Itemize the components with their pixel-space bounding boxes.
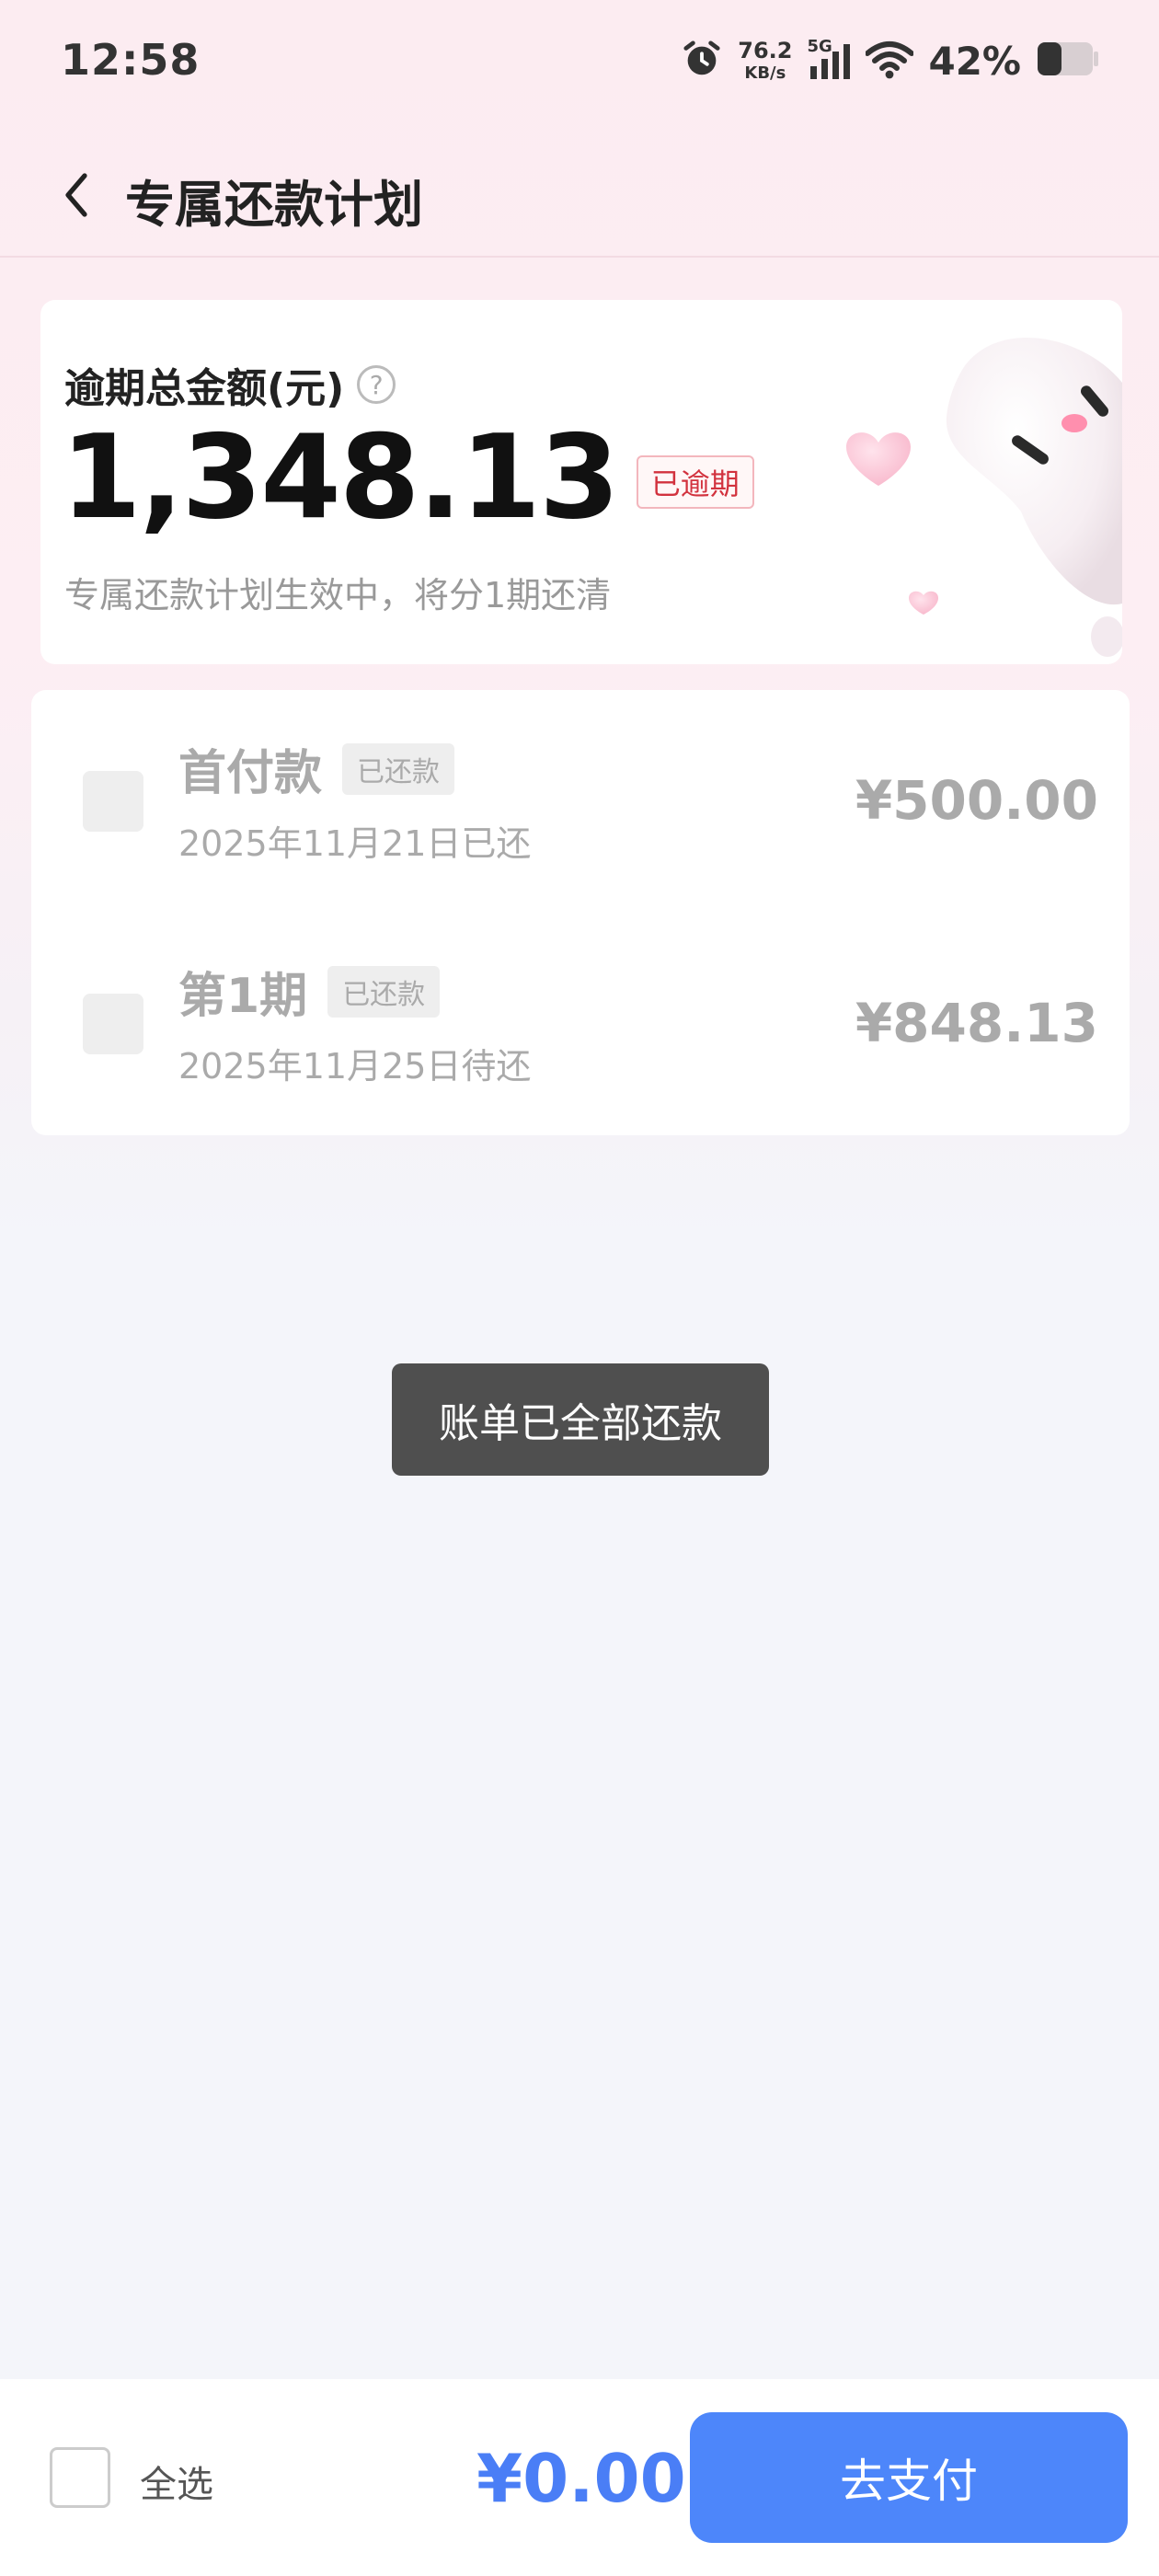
installment-checkbox[interactable]: [83, 994, 143, 1054]
status-icons: 76.2 KB/s 5G 42%: [681, 33, 1100, 88]
overdue-total-label: 逾期总金额(元): [64, 365, 345, 412]
select-all-label[interactable]: 全选: [140, 2455, 213, 2508]
plan-status-note: 专属还款计划生效中，将分1期还清: [64, 575, 612, 615]
installment-checkbox[interactable]: [83, 771, 143, 832]
help-icon[interactable]: ?: [357, 365, 396, 404]
pay-button[interactable]: 去支付: [690, 2412, 1128, 2543]
summary-label-row: 逾期总金额(元) ?: [64, 355, 396, 414]
alarm-icon: [681, 38, 723, 84]
amount-row: 1,348.13 已逾期: [61, 420, 754, 535]
status-bar: 12:58 76.2 KB/s 5G 42%: [0, 0, 1159, 129]
installment-date: 2025年11月25日待还: [178, 1046, 532, 1087]
paid-tag: 已还款: [327, 965, 441, 1018]
page-title: 专属还款计划: [125, 176, 423, 234]
wifi-icon: [865, 39, 915, 83]
installment-name: 第1期: [178, 969, 308, 1024]
net-speed: 76.2 KB/s: [738, 40, 792, 82]
nav-bar: 专属还款计划: [0, 129, 1159, 258]
back-arrow-icon[interactable]: [53, 167, 99, 223]
selected-total-amount: ¥0.00: [476, 2440, 686, 2517]
installment-list: 首付款 已还款 2025年11月21日已还 ¥500.00 第1期 已还款 20…: [31, 690, 1130, 1135]
battery-icon: [1036, 40, 1100, 81]
status-time: 12:58: [61, 35, 201, 85]
installment-amount: ¥500.00: [855, 769, 1098, 832]
paid-tag: 已还款: [342, 742, 455, 795]
bottom-pay-bar: 全选 ¥0.00 去支付: [0, 2379, 1159, 2576]
heart-mascot-illustration: [828, 328, 1122, 664]
installment-row[interactable]: 第1期 已还款 2025年11月25日待还 ¥848.13: [31, 913, 1130, 1135]
net-speed-unit: KB/s: [744, 63, 786, 83]
net-speed-value: 76.2: [738, 38, 793, 63]
cellular-signal-icon: 5G: [807, 37, 851, 81]
installment-row[interactable]: 首付款 已还款 2025年11月21日已还 ¥500.00: [31, 690, 1130, 913]
toast-message: 账单已全部还款: [392, 1363, 769, 1476]
overdue-total-amount: 1,348.13: [61, 409, 620, 545]
installment-amount: ¥848.13: [855, 992, 1098, 1054]
page: 12:58 76.2 KB/s 5G 42% 专属还款计划 逾期总金额(元) ?…: [0, 0, 1159, 2576]
select-all-checkbox[interactable]: [50, 2447, 110, 2508]
network-type: 5G: [807, 37, 832, 56]
installment-title: 第1期 已还款: [178, 957, 441, 1026]
installment-name: 首付款: [178, 746, 323, 801]
battery-percent: 42%: [928, 38, 1021, 84]
overdue-summary-card: 逾期总金额(元) ? 1,348.13 已逾期 专属还款计划生效中，将分1期还清: [40, 300, 1122, 664]
installment-title: 首付款 已还款: [178, 734, 455, 803]
overdue-badge: 已逾期: [636, 455, 754, 509]
installment-date: 2025年11月21日已还: [178, 823, 532, 864]
